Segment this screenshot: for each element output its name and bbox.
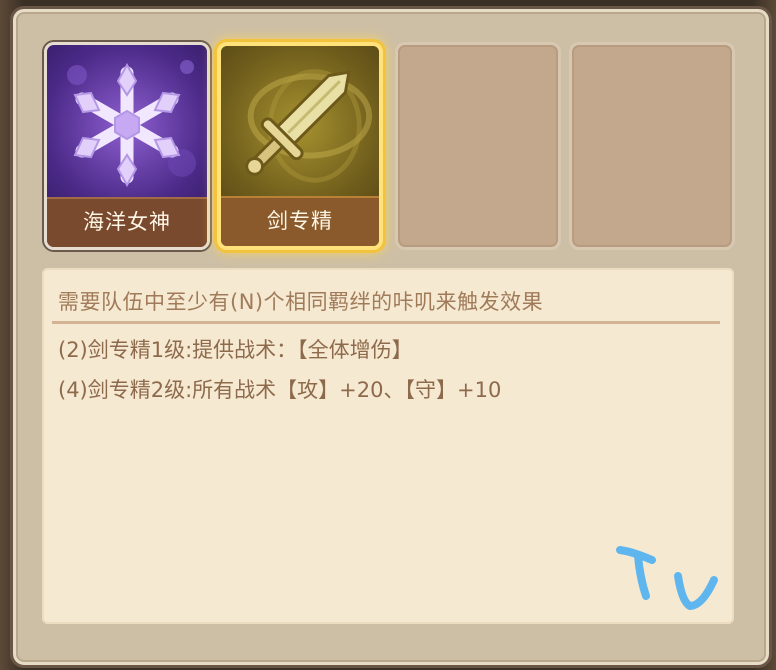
card-label: 海洋女神 (47, 197, 207, 247)
divider (52, 321, 720, 324)
tv-watermark-logo (616, 546, 718, 611)
bond-level-2-effect: (4)剑专精2级:所有战术【攻】+20、【守】+10 (58, 378, 502, 402)
bond-card-ocean-goddess[interactable]: 海洋女神 (44, 42, 210, 250)
empty-bond-slot[interactable] (569, 42, 735, 250)
bond-requirement-text: 需要队伍中至少有(N)个相同羁绊的咔叽来触发效果 (58, 290, 544, 314)
sword-icon (245, 69, 373, 183)
card-label: 剑专精 (221, 196, 379, 246)
snowflake-icon (67, 60, 196, 188)
bond-level-1-effect: (2)剑专精1级:提供战术：【全体增伤】 (58, 338, 413, 362)
bond-card-sword-mastery[interactable]: 剑专精 (217, 42, 383, 250)
empty-bond-slot[interactable] (395, 42, 561, 250)
